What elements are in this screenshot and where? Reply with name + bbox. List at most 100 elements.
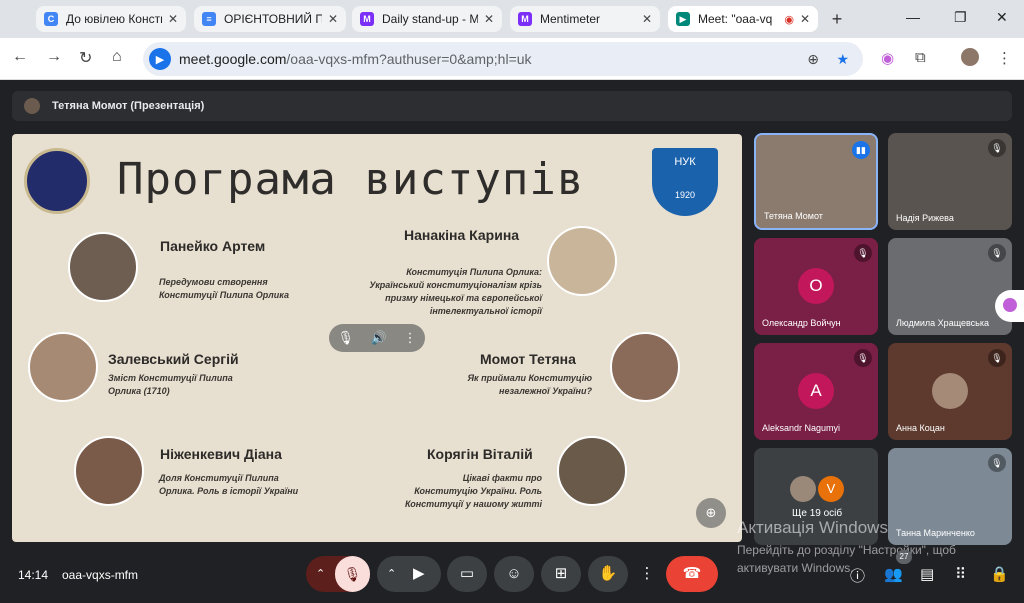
- avatar: V: [818, 476, 844, 502]
- recording-icon: ◉: [784, 13, 794, 26]
- mic-muted-icon: 🎙: [988, 244, 1006, 262]
- mic-muted-icon: 🎙: [988, 349, 1006, 367]
- speaker-topic: Зміст Конституції Пилипа Орлика (1710): [108, 373, 233, 396]
- tile-overlay-controls: 🎙 🔊 ⋮: [329, 324, 425, 352]
- present-button[interactable]: ⊞: [541, 556, 581, 592]
- captions-button[interactable]: ▭: [447, 556, 487, 592]
- browser-tab-bar: C До ювілею Консти ✕ ≡ ОРІЄНТОВНИЙ ПЛ ✕ …: [0, 0, 1024, 38]
- forward-icon[interactable]: →: [46, 48, 62, 66]
- hang-up-icon: ☎: [682, 565, 702, 582]
- presenter-label: Тетяна Момот (Презентація): [52, 100, 205, 112]
- avatar: [932, 373, 968, 409]
- participant-name: Танна Маринченко: [896, 528, 975, 538]
- back-icon[interactable]: ←: [12, 48, 28, 66]
- close-icon[interactable]: ✕: [800, 12, 810, 26]
- speaking-indicator-icon: ▮▮: [852, 141, 870, 159]
- profile-avatar[interactable]: [961, 48, 979, 66]
- address-bar[interactable]: ▶ meet.google.com /oaa-vqxs-mfm?authuser…: [143, 42, 863, 76]
- participant-name: Олександр Войчун: [762, 318, 841, 328]
- more-options-icon[interactable]: ⋮: [404, 330, 417, 346]
- close-icon[interactable]: ✕: [328, 12, 338, 26]
- meet-site-icon: ▶: [149, 48, 171, 70]
- tab-title: Daily stand-up - M: [382, 12, 478, 26]
- browser-toolbar: ← → ↻ ⌂ ▶ meet.google.com /oaa-vqxs-mfm?…: [0, 38, 1024, 80]
- speaker-photo: [28, 332, 98, 402]
- extensions-puzzle-icon[interactable]: ⧉: [915, 49, 926, 66]
- presentation-slide[interactable]: Програма виступів НУК 1920 Панейко Артем…: [12, 134, 742, 542]
- zoom-in-icon[interactable]: ⊕: [696, 498, 726, 528]
- people-count-badge: 27: [896, 550, 912, 564]
- mic-options-chevron-icon[interactable]: ⌃: [316, 556, 325, 592]
- speaker-name: Ніженкевич Діана: [160, 446, 282, 462]
- more-vert-icon: ⋮: [639, 565, 655, 582]
- close-icon[interactable]: ✕: [642, 12, 652, 26]
- people-icon[interactable]: 👥: [884, 565, 903, 583]
- speaker-name: Нанакіна Карина: [404, 227, 520, 243]
- logo-year: 1920: [674, 190, 696, 200]
- extension-icon[interactable]: ◉: [881, 49, 894, 67]
- participant-tile[interactable]: ▮▮ Тетяна Момот: [754, 133, 878, 230]
- presenter-bar: Тетяна Момот (Презентація): [12, 91, 1012, 121]
- companion-pill-button[interactable]: [995, 290, 1024, 322]
- participant-tile[interactable]: 🎙 Анна Коцан: [888, 343, 1012, 440]
- hand-icon: ✋: [598, 565, 618, 582]
- constitution-favicon-icon: C: [44, 12, 58, 26]
- mic-off-button[interactable]: 🎙: [335, 556, 370, 592]
- meeting-info-icon[interactable]: ⓘ: [850, 565, 865, 586]
- speaker-name: Корягін Віталій: [427, 446, 533, 462]
- bookmark-star-icon[interactable]: ★: [836, 51, 849, 68]
- activities-icon[interactable]: ⠿: [955, 565, 966, 583]
- new-tab-button[interactable]: +: [826, 8, 848, 30]
- more-options-button[interactable]: ⋮: [634, 556, 660, 592]
- tab-2[interactable]: ≡ ОРІЄНТОВНИЙ ПЛ ✕: [194, 6, 346, 32]
- tab-meet-active[interactable]: ▶ Meet: "oaa-vq ◉ ✕: [668, 6, 818, 32]
- logo-text: НУК: [674, 156, 696, 168]
- chat-icon[interactable]: ▤: [920, 565, 934, 583]
- tab-title: Meet: "oaa-vq: [698, 12, 773, 26]
- nuk-logo: НУК 1920: [652, 148, 718, 216]
- reactions-button[interactable]: ☺: [494, 556, 534, 592]
- participant-tile[interactable]: 🎙 Надія Рижева: [888, 133, 1012, 230]
- captions-icon: ▭: [459, 565, 475, 582]
- tab-3[interactable]: M Daily stand-up - M ✕: [352, 6, 502, 32]
- speaker-photo: [610, 332, 680, 402]
- participant-tile[interactable]: 🎙 Людмила Хращевська: [888, 238, 1012, 335]
- mic-muted-icon: 🎙: [854, 349, 872, 367]
- clock: 14:14: [18, 568, 49, 582]
- mic-toggle-group: ⌃ 🎙: [306, 556, 370, 592]
- zoom-icon[interactable]: ⊕: [807, 51, 819, 68]
- participant-tile[interactable]: 🎙 О Олександр Войчун: [754, 238, 878, 335]
- home-icon[interactable]: ⌂: [112, 48, 122, 66]
- reload-icon[interactable]: ↻: [79, 48, 92, 68]
- camera-options-chevron-icon[interactable]: ⌃: [387, 556, 396, 592]
- tab-4[interactable]: M Mentimeter ✕: [510, 6, 660, 32]
- speaker-topic: Цікаві факти про Конституцію України. Рол…: [405, 473, 542, 509]
- university-seal-logo: [24, 148, 90, 214]
- menu-kebab-icon[interactable]: ⋮: [997, 49, 1012, 67]
- close-icon[interactable]: ✕: [168, 12, 178, 26]
- tab-title: Mentimeter: [540, 12, 601, 26]
- slide-title: Програма виступів: [117, 154, 585, 205]
- avatar: [24, 98, 40, 114]
- tab-title: ОРІЄНТОВНИЙ ПЛ: [224, 12, 322, 26]
- participant-name: Людмила Хращевська: [896, 318, 990, 328]
- restore-icon[interactable]: ❐: [954, 9, 967, 26]
- host-controls-icon[interactable]: 🔒: [990, 565, 1009, 583]
- participant-tile[interactable]: 🎙 A Aleksandr Nagumyi: [754, 343, 878, 440]
- speaker-topic: Передумови створення Конституції Пилипа О…: [159, 277, 289, 300]
- window-close-icon[interactable]: ✕: [996, 9, 1008, 26]
- end-call-button[interactable]: ☎: [666, 556, 718, 592]
- close-icon[interactable]: ✕: [484, 12, 494, 26]
- url-host: meet.google.com: [179, 51, 287, 67]
- tab-1[interactable]: C До ювілею Консти ✕: [36, 6, 186, 32]
- present-screen-icon: ⊞: [554, 565, 568, 582]
- camera-icon[interactable]: ▶: [413, 556, 425, 592]
- speaker-topic: Як приймали Конституцію незалежної Україн…: [467, 373, 593, 396]
- minimize-icon[interactable]: —: [906, 9, 920, 25]
- speaker-photo: [68, 232, 138, 302]
- mic-off-icon[interactable]: 🎙: [337, 330, 354, 346]
- volume-icon[interactable]: 🔊: [371, 330, 387, 346]
- speaker-name: Момот Тетяна: [480, 351, 576, 367]
- raise-hand-button[interactable]: ✋: [588, 556, 628, 592]
- participant-tile[interactable]: 🎙 Танна Маринченко: [888, 448, 1012, 545]
